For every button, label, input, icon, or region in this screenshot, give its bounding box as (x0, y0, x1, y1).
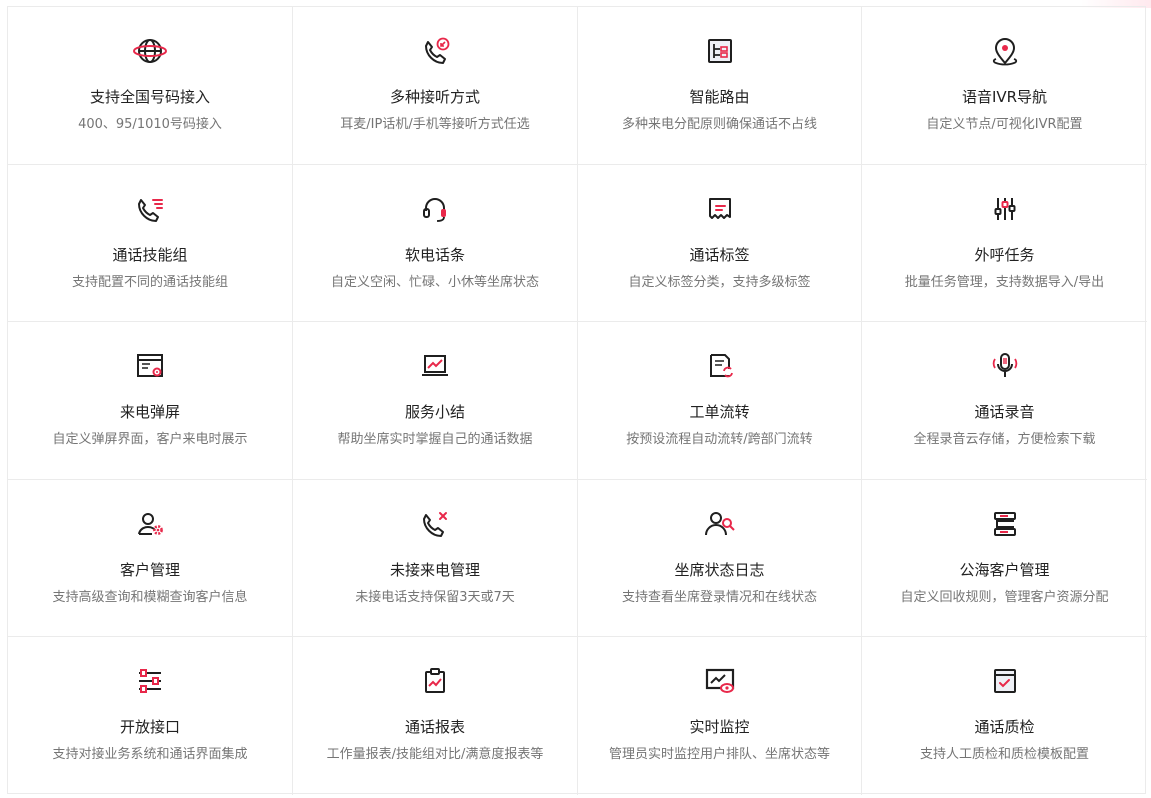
feature-card[interactable]: 开放接口支持对接业务系统和通话界面集成 (8, 637, 293, 795)
feature-description: 工作量报表/技能组对比/满意度报表等 (326, 747, 544, 763)
popup-window-icon (132, 348, 168, 384)
feature-title: 外呼任务 (974, 245, 1035, 264)
feature-title: 支持全国号码接入 (89, 88, 210, 106)
users-search-icon (702, 506, 738, 542)
feature-title: 多种接听方式 (389, 88, 480, 106)
tag-icon (702, 191, 738, 227)
feature-description: 400、95/1010号码接入 (78, 117, 222, 132)
user-gear-icon (132, 506, 168, 542)
feature-title: 软电话条 (404, 245, 465, 264)
feature-title: 开放接口 (119, 718, 180, 737)
feature-card[interactable]: 智能路由多种来电分配原则确保通话不占线 (578, 7, 862, 165)
feature-description: 多种来电分配原则确保通话不占线 (621, 117, 817, 132)
phone-missed-icon (417, 506, 453, 542)
feature-title: 通话质检 (974, 718, 1035, 737)
feature-title: 通话录音 (974, 403, 1035, 422)
phone-incoming-icon (417, 33, 453, 69)
feature-card[interactable]: 客户管理支持高级查询和模糊查询客户信息 (8, 479, 293, 638)
feature-card[interactable]: 支持全国号码接入 400、95/1010号码接入 (8, 7, 293, 165)
feature-card[interactable]: 实时监控管理员实时监控用户排队、坐席状态等 (578, 637, 862, 795)
feature-description: 支持配置不同的通话技能组 (71, 274, 228, 290)
feature-description: 自定义标签分类，支持多级标签 (628, 274, 811, 290)
feature-title: 公海客户管理 (959, 560, 1050, 579)
routing-icon (702, 33, 738, 69)
feature-card[interactable]: 通话技能组支持配置不同的通话技能组 (8, 164, 293, 323)
feature-title: 通话报表 (404, 718, 465, 737)
feature-card[interactable]: 工单流转按预设流程自动流转/跨部门流转 (578, 322, 862, 480)
feature-description: 耳麦/IP话机/手机等接听方式任选 (340, 117, 530, 132)
pool-flow-icon (987, 506, 1023, 542)
globe-icon (132, 33, 168, 69)
feature-card[interactable]: 外呼任务批量任务管理，支持数据导入/导出 (862, 165, 1147, 323)
feature-description: 未接电话支持保留3天或7天 (355, 589, 515, 605)
feature-card[interactable]: 多种接听方式耳麦/IP话机/手机等接听方式任选 (293, 7, 578, 165)
feature-card[interactable]: 软电话条自定义空闲、忙碌、小休等坐席状态 (293, 164, 578, 323)
feature-description: 自定义节点/可视化IVR配置 (926, 117, 1083, 132)
feature-card[interactable]: 通话录音全程录音云存储，方便检索下载 (862, 322, 1147, 480)
microphone-icon (987, 348, 1023, 384)
workorder-refresh-icon (702, 348, 738, 384)
feature-description: 批量任务管理，支持数据导入/导出 (904, 274, 1105, 290)
feature-description: 全程录音云存储，方便检索下载 (913, 432, 1096, 448)
feature-title: 智能路由 (689, 88, 750, 106)
feature-description: 支持查看坐席登录情况和在线状态 (621, 589, 817, 605)
feature-card[interactable]: 通话质检支持人工质检和质检模板配置 (862, 637, 1147, 795)
feature-grid: 支持全国号码接入 400、95/1010号码接入 多种接听方式耳麦/IP话机/手机… (7, 6, 1147, 795)
feature-description: 支持人工质检和质检模板配置 (919, 747, 1089, 763)
feature-title: 未接来电管理 (389, 560, 480, 579)
feature-title: 语音IVR导航 (961, 88, 1048, 106)
feature-card[interactable]: 未接来电管理未接电话支持保留3天或7天 (293, 479, 578, 638)
feature-title: 工单流转 (689, 403, 750, 422)
feature-description: 支持高级查询和模糊查询客户信息 (52, 589, 248, 605)
feature-title: 服务小结 (404, 403, 465, 422)
feature-description: 自定义弹屏界面，客户来电时展示 (52, 432, 248, 448)
headset-icon (417, 191, 453, 227)
feature-card[interactable]: 来电弹屏自定义弹屏界面，客户来电时展示 (8, 322, 293, 480)
feature-title: 来电弹屏 (119, 403, 180, 422)
feature-title: 通话技能组 (112, 245, 188, 264)
feature-description: 管理员实时监控用户排队、坐席状态等 (608, 747, 830, 763)
feature-card[interactable]: 服务小结帮助坐席实时掌握自己的通话数据 (293, 322, 578, 480)
feature-card[interactable]: 语音IVR导航自定义节点/可视化IVR配置 (862, 7, 1147, 165)
feature-card[interactable]: 坐席状态日志支持查看坐席登录情况和在线状态 (578, 479, 862, 638)
feature-title: 实时监控 (689, 718, 750, 737)
api-sliders-icon (132, 663, 168, 699)
feature-title: 客户管理 (119, 560, 180, 579)
feature-description: 帮助坐席实时掌握自己的通话数据 (337, 432, 533, 448)
phone-list-icon (132, 191, 168, 227)
laptop-chart-icon (417, 348, 453, 384)
feature-card[interactable]: 公海客户管理自定义回收规则，管理客户资源分配 (862, 480, 1147, 638)
feature-description: 自定义空闲、忙碌、小休等坐席状态 (330, 274, 539, 290)
map-pin-icon (987, 33, 1023, 69)
feature-description: 支持对接业务系统和通话界面集成 (52, 747, 248, 763)
sliders-icon (987, 191, 1023, 227)
feature-description: 自定义回收规则，管理客户资源分配 (900, 589, 1109, 605)
clipboard-chart-icon (417, 663, 453, 699)
quality-check-icon (987, 663, 1023, 699)
feature-card[interactable]: 通话报表工作量报表/技能组对比/满意度报表等 (293, 637, 578, 795)
feature-description: 按预设流程自动流转/跨部门流转 (626, 432, 813, 448)
feature-title: 通话标签 (689, 245, 750, 264)
feature-card[interactable]: 通话标签自定义标签分类，支持多级标签 (578, 164, 862, 323)
feature-title: 坐席状态日志 (674, 560, 765, 579)
monitor-eye-icon (702, 663, 738, 699)
